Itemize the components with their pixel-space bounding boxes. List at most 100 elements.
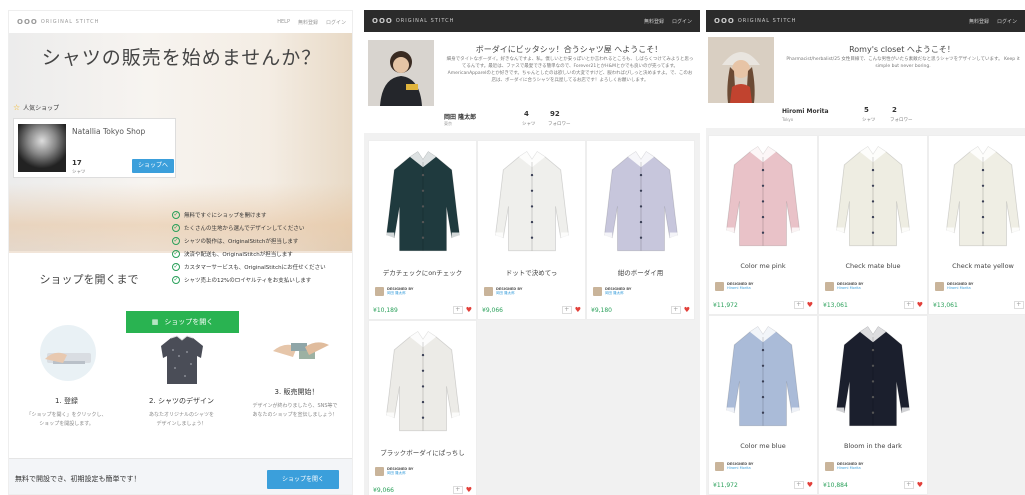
check-icon: ✓: [172, 210, 180, 219]
designer-avatar[interactable]: [375, 286, 384, 296]
hero-title: シャツの販売を始めませんか？: [41, 47, 322, 69]
shirt-image[interactable]: [717, 324, 809, 428]
designer-avatar[interactable]: [593, 286, 602, 296]
shirt-image[interactable]: [486, 149, 578, 253]
step3-desc: デザインが終わりましたら、SNS等で あなたのショップを宣伝しましょう！: [252, 403, 338, 418]
product-title[interactable]: 紺のボーダイ用: [587, 267, 694, 277]
designer-info[interactable]: DESIGNED BY Hiromi Morita: [825, 281, 863, 291]
product-price: ¥11,972: [713, 481, 738, 489]
featured-shop-card[interactable]: Natallia Tokyo Shop 17 シャツ ショップへ: [13, 118, 176, 178]
nav-register[interactable]: 無料登録: [298, 19, 318, 26]
designer-avatar[interactable]: [484, 286, 493, 296]
product-title[interactable]: ブラックボーダイにぱっちし: [369, 447, 476, 457]
bottom-open-shop-button[interactable]: ショップを開く: [267, 470, 339, 489]
product-title[interactable]: ドットで決めてっ: [478, 267, 585, 277]
star-icon: ☆: [13, 103, 21, 112]
product-card[interactable]: ドットで決めてっ DESIGNED BY 岡田 隆太郎 ¥9,066 + ♥: [477, 140, 586, 320]
open-shop-button[interactable]: ▦ ショップを開く: [126, 311, 239, 333]
nav-login[interactable]: ログイン: [672, 18, 692, 25]
heart-icon[interactable]: ♥: [807, 301, 813, 309]
shop2-navbar: OOO ORIGINAL STITCH 無料登録 ログイン: [706, 10, 1025, 32]
designer-avatar[interactable]: [935, 281, 944, 291]
shirt-image[interactable]: [937, 144, 1025, 248]
product-title[interactable]: デカチェックにonチェック: [369, 267, 476, 277]
heart-icon[interactable]: ♥: [917, 301, 923, 309]
product-actions: +♥: [903, 480, 923, 489]
shop-avatar[interactable]: [18, 124, 66, 172]
shirt-image[interactable]: [717, 144, 809, 248]
shop-icon: ▦: [151, 318, 159, 326]
product-price: ¥13,061: [933, 301, 958, 309]
heart-icon[interactable]: ♥: [917, 481, 923, 489]
product-title[interactable]: Bloom in the dark: [819, 442, 927, 450]
add-button[interactable]: +: [1013, 300, 1024, 309]
heart-icon[interactable]: ♥: [466, 486, 472, 494]
product-card[interactable]: Check mate yellow DESIGNED BY Hiromi Morit…: [928, 135, 1025, 315]
bottom-cta-text: 無料で開設でき、初期設定も簡単です！: [15, 475, 141, 483]
benefits-list: ✓ 無料ですぐにショップを開けます ✓ たくさんの生地から選んでデザインしてください…: [172, 208, 326, 286]
designer-avatar[interactable]: [715, 461, 724, 471]
heart-icon[interactable]: ♥: [466, 306, 472, 314]
logo[interactable]: OOO ORIGINAL STITCH: [714, 17, 796, 25]
designer-info[interactable]: DESIGNED BY Hiromi Morita: [715, 281, 753, 291]
designer-avatar[interactable]: [715, 281, 724, 291]
nav-login[interactable]: ログイン: [997, 18, 1017, 25]
nav-login[interactable]: ログイン: [326, 19, 346, 26]
add-button[interactable]: +: [561, 305, 572, 314]
product-title[interactable]: Check mate blue: [819, 262, 927, 270]
product-card[interactable]: ブラックボーダイにぱっちし DESIGNED BY 岡田 隆太郎 ¥9,066 + ♥: [368, 320, 477, 495]
check-icon: ✓: [172, 236, 180, 245]
owner-name[interactable]: Hiromi Morita: [782, 108, 829, 115]
shop-welcome-title: Romy's closet へようこそ！: [849, 45, 955, 54]
product-card[interactable]: デカチェックにonチェック DESIGNED BY 岡田 隆太郎 ¥10,189 + ♥: [368, 140, 477, 320]
designer-info[interactable]: DESIGNED BY 岡田 隆太郎: [375, 466, 413, 476]
logo[interactable]: OOO ORIGINAL STITCH: [17, 18, 99, 26]
go-to-shop-button[interactable]: ショップへ: [132, 159, 174, 173]
benefit-item: ✓ シャツ売上の12%のロイヤルティをお支払いします: [172, 275, 312, 284]
add-button[interactable]: +: [903, 300, 914, 309]
add-button[interactable]: +: [452, 305, 463, 314]
add-button[interactable]: +: [793, 480, 804, 489]
designer-info[interactable]: DESIGNED BY Hiromi Morita: [935, 281, 973, 291]
designer-info[interactable]: DESIGNED BY 岡田 隆太郎: [375, 286, 413, 296]
product-card[interactable]: Color me pink DESIGNED BY Hiromi Morita ¥11…: [708, 135, 818, 315]
add-button[interactable]: +: [670, 305, 681, 314]
heart-icon[interactable]: ♥: [807, 481, 813, 489]
designer-info[interactable]: DESIGNED BY 岡田 隆太郎: [593, 286, 631, 296]
designer-info[interactable]: DESIGNED BY Hiromi Morita: [715, 461, 753, 471]
add-button[interactable]: +: [903, 480, 914, 489]
designer-info[interactable]: DESIGNED BY 岡田 隆太郎: [484, 286, 522, 296]
followers-count: 92: [550, 110, 560, 118]
product-title[interactable]: Check mate yellow: [929, 262, 1025, 270]
shirt-image[interactable]: [377, 329, 469, 433]
add-button[interactable]: +: [452, 485, 463, 494]
designer-avatar[interactable]: [825, 281, 834, 291]
heart-icon[interactable]: ♥: [575, 306, 581, 314]
product-actions: +♥: [452, 305, 472, 314]
designer-avatar[interactable]: [825, 461, 834, 471]
heart-icon[interactable]: ♥: [684, 306, 690, 314]
logo[interactable]: OOO ORIGINAL STITCH: [372, 17, 454, 25]
product-card[interactable]: Bloom in the dark DESIGNED BY Hiromi Morit…: [818, 315, 928, 495]
nav-help[interactable]: HELP: [277, 19, 290, 26]
check-icon: ✓: [172, 223, 180, 232]
product-title[interactable]: Color me pink: [709, 262, 817, 270]
product-card[interactable]: Check mate blue DESIGNED BY Hiromi Morita ¥…: [818, 135, 928, 315]
designer-avatar[interactable]: [375, 466, 384, 476]
owner-name[interactable]: 岡田 隆太郎: [444, 112, 476, 121]
product-card[interactable]: Color me blue DESIGNED BY Hiromi Morita ¥11…: [708, 315, 818, 495]
nav-register[interactable]: 無料登録: [969, 18, 989, 25]
nav-register[interactable]: 無料登録: [644, 18, 664, 25]
owner-photo[interactable]: [368, 40, 434, 106]
shirt-image[interactable]: [595, 149, 687, 253]
followers-label: フォロワー: [548, 122, 571, 127]
designer-info[interactable]: DESIGNED BY Hiromi Morita: [825, 461, 863, 471]
product-title[interactable]: Color me blue: [709, 442, 817, 450]
add-button[interactable]: +: [793, 300, 804, 309]
shirt-image[interactable]: [827, 144, 919, 248]
shirt-image[interactable]: [827, 324, 919, 428]
owner-photo[interactable]: [708, 37, 774, 103]
shop-name[interactable]: Natallia Tokyo Shop: [72, 127, 145, 136]
product-card[interactable]: 紺のボーダイ用 DESIGNED BY 岡田 隆太郎 ¥9,180 + ♥: [586, 140, 695, 320]
shirt-image[interactable]: [377, 149, 469, 253]
